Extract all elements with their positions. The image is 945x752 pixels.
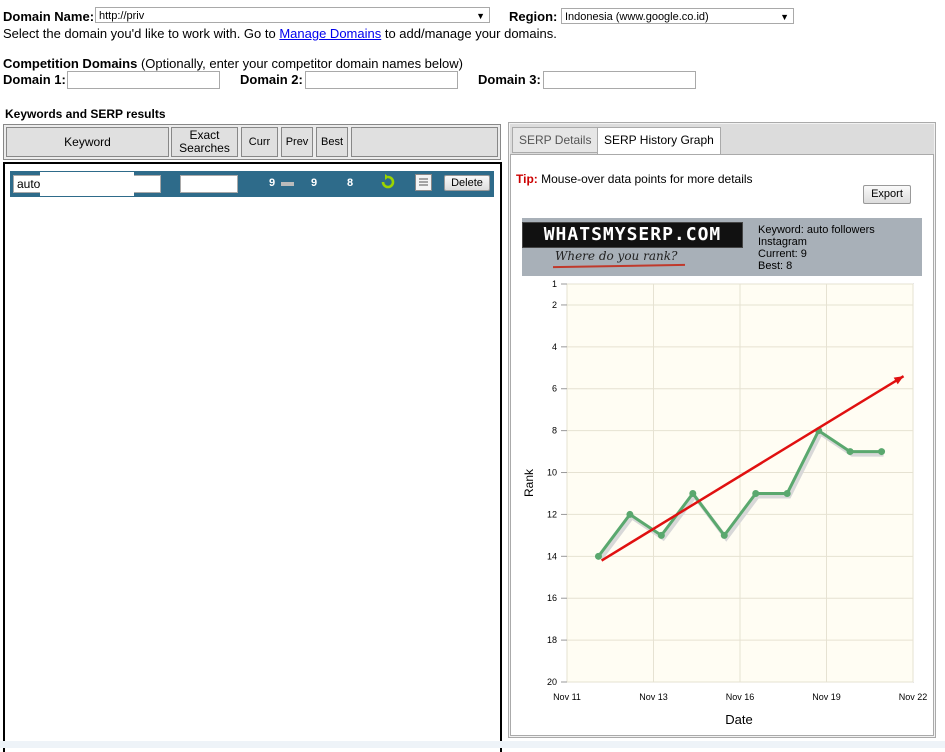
competition-title: Competition Domains bbox=[3, 56, 138, 71]
data-point bbox=[626, 510, 634, 518]
tip-text: Tip: Mouse-over data points for more det… bbox=[516, 172, 753, 186]
domain1-input[interactable] bbox=[67, 71, 220, 89]
info-current: Current: 9 bbox=[758, 248, 807, 260]
y-tick-label: 20 bbox=[547, 677, 557, 687]
y-tick-label: 2 bbox=[552, 300, 557, 310]
refresh-icon[interactable] bbox=[379, 173, 397, 191]
region-select[interactable]: Indonesia (www.google.co.id) ▼ bbox=[561, 8, 794, 24]
region-select-value: Indonesia (www.google.co.id) bbox=[565, 11, 709, 23]
column-exact-searches[interactable]: Exact Searches bbox=[171, 127, 238, 157]
column-curr[interactable]: Curr bbox=[241, 127, 278, 157]
column-prev[interactable]: Prev bbox=[281, 127, 313, 157]
y-tick-label: 8 bbox=[552, 426, 557, 436]
column-best[interactable]: Best bbox=[316, 127, 348, 157]
x-tick-label: Nov 22 bbox=[899, 692, 928, 702]
y-axis-label: Rank bbox=[522, 468, 536, 497]
domain2-input[interactable] bbox=[305, 71, 458, 89]
region-label: Region: bbox=[509, 9, 558, 24]
chevron-down-icon: ▼ bbox=[476, 11, 485, 21]
tip-body: Mouse-over data points for more details bbox=[537, 172, 753, 186]
x-tick-label: Nov 19 bbox=[812, 692, 841, 702]
info-keyword-line1: Keyword: auto followers bbox=[758, 224, 875, 236]
data-point bbox=[720, 531, 728, 539]
manage-domains-link[interactable]: Manage Domains bbox=[279, 26, 381, 41]
y-tick-label: 16 bbox=[547, 593, 557, 603]
chart-info: Keyword: auto followers Instagram Curren… bbox=[758, 224, 875, 272]
data-point bbox=[878, 448, 886, 456]
y-tick-label: 6 bbox=[552, 384, 557, 394]
export-button[interactable]: Export bbox=[863, 185, 911, 204]
delete-button[interactable]: Delete bbox=[444, 175, 490, 191]
tab-serp-history-graph[interactable]: SERP History Graph bbox=[597, 127, 721, 155]
competition-heading: Competition Domains (Optionally, enter y… bbox=[3, 56, 463, 71]
redaction-block bbox=[40, 172, 134, 196]
data-point bbox=[846, 448, 854, 456]
y-tick-label: 4 bbox=[552, 342, 557, 352]
info-best: Best: 8 bbox=[758, 260, 793, 272]
y-tick-label: 1 bbox=[552, 279, 557, 289]
keywords-list bbox=[3, 162, 502, 752]
chevron-down-icon: ▼ bbox=[780, 12, 789, 22]
row-best-value: 8 bbox=[347, 177, 354, 189]
exact-line2: Searches bbox=[179, 141, 230, 155]
data-point bbox=[752, 489, 760, 497]
data-point bbox=[657, 531, 665, 539]
domain-label: Domain Name: bbox=[3, 9, 95, 24]
x-tick-label: Nov 16 bbox=[726, 692, 755, 702]
trend-flat-icon bbox=[281, 182, 294, 186]
domain-select[interactable]: http://priv ▼ bbox=[95, 7, 490, 23]
whatsmyserp-logo: WHATSMYSERP.COM bbox=[522, 222, 743, 248]
tip-label: Tip: bbox=[516, 172, 538, 186]
domain1-label: Domain 1: bbox=[3, 72, 66, 87]
domain3-input[interactable] bbox=[543, 71, 696, 89]
row-prev-value: 9 bbox=[311, 177, 318, 189]
domain2-label: Domain 2: bbox=[240, 72, 303, 87]
instruction-after: to add/manage your domains. bbox=[381, 26, 557, 41]
y-tick-label: 18 bbox=[547, 635, 557, 645]
notes-icon[interactable] bbox=[415, 174, 432, 191]
competition-note: (Optionally, enter your competitor domai… bbox=[137, 56, 463, 71]
tab-serp-details[interactable]: SERP Details bbox=[512, 127, 599, 153]
page-bottom-strip bbox=[0, 741, 945, 748]
logo-tagline: Where do you rank? bbox=[555, 249, 678, 263]
column-actions bbox=[351, 127, 498, 157]
exact-searches-input[interactable] bbox=[180, 175, 238, 193]
domain3-label: Domain 3: bbox=[478, 72, 541, 87]
data-point bbox=[783, 489, 791, 497]
x-tick-label: Nov 13 bbox=[639, 692, 668, 702]
x-axis-label: Date bbox=[725, 712, 752, 727]
instruction-before: Select the domain you'd like to work wit… bbox=[3, 26, 280, 41]
column-keyword[interactable]: Keyword bbox=[6, 127, 169, 157]
row-curr-value: 9 bbox=[269, 177, 276, 189]
y-tick-label: 14 bbox=[547, 551, 557, 561]
instruction-text: Select the domain you'd like to work wit… bbox=[3, 26, 557, 41]
y-tick-label: 12 bbox=[547, 509, 557, 519]
y-tick-label: 10 bbox=[547, 468, 557, 478]
data-point bbox=[689, 489, 697, 497]
keywords-section-title: Keywords and SERP results bbox=[5, 107, 166, 121]
serp-history-chart: 12468101214161820 Nov 11 Nov 13 Nov 16 Nov … bbox=[522, 276, 928, 732]
data-point bbox=[594, 552, 602, 560]
info-keyword-line2: Instagram bbox=[758, 236, 807, 248]
domain-select-value: http://priv bbox=[99, 10, 145, 22]
x-tick-label: Nov 11 bbox=[553, 692, 581, 702]
